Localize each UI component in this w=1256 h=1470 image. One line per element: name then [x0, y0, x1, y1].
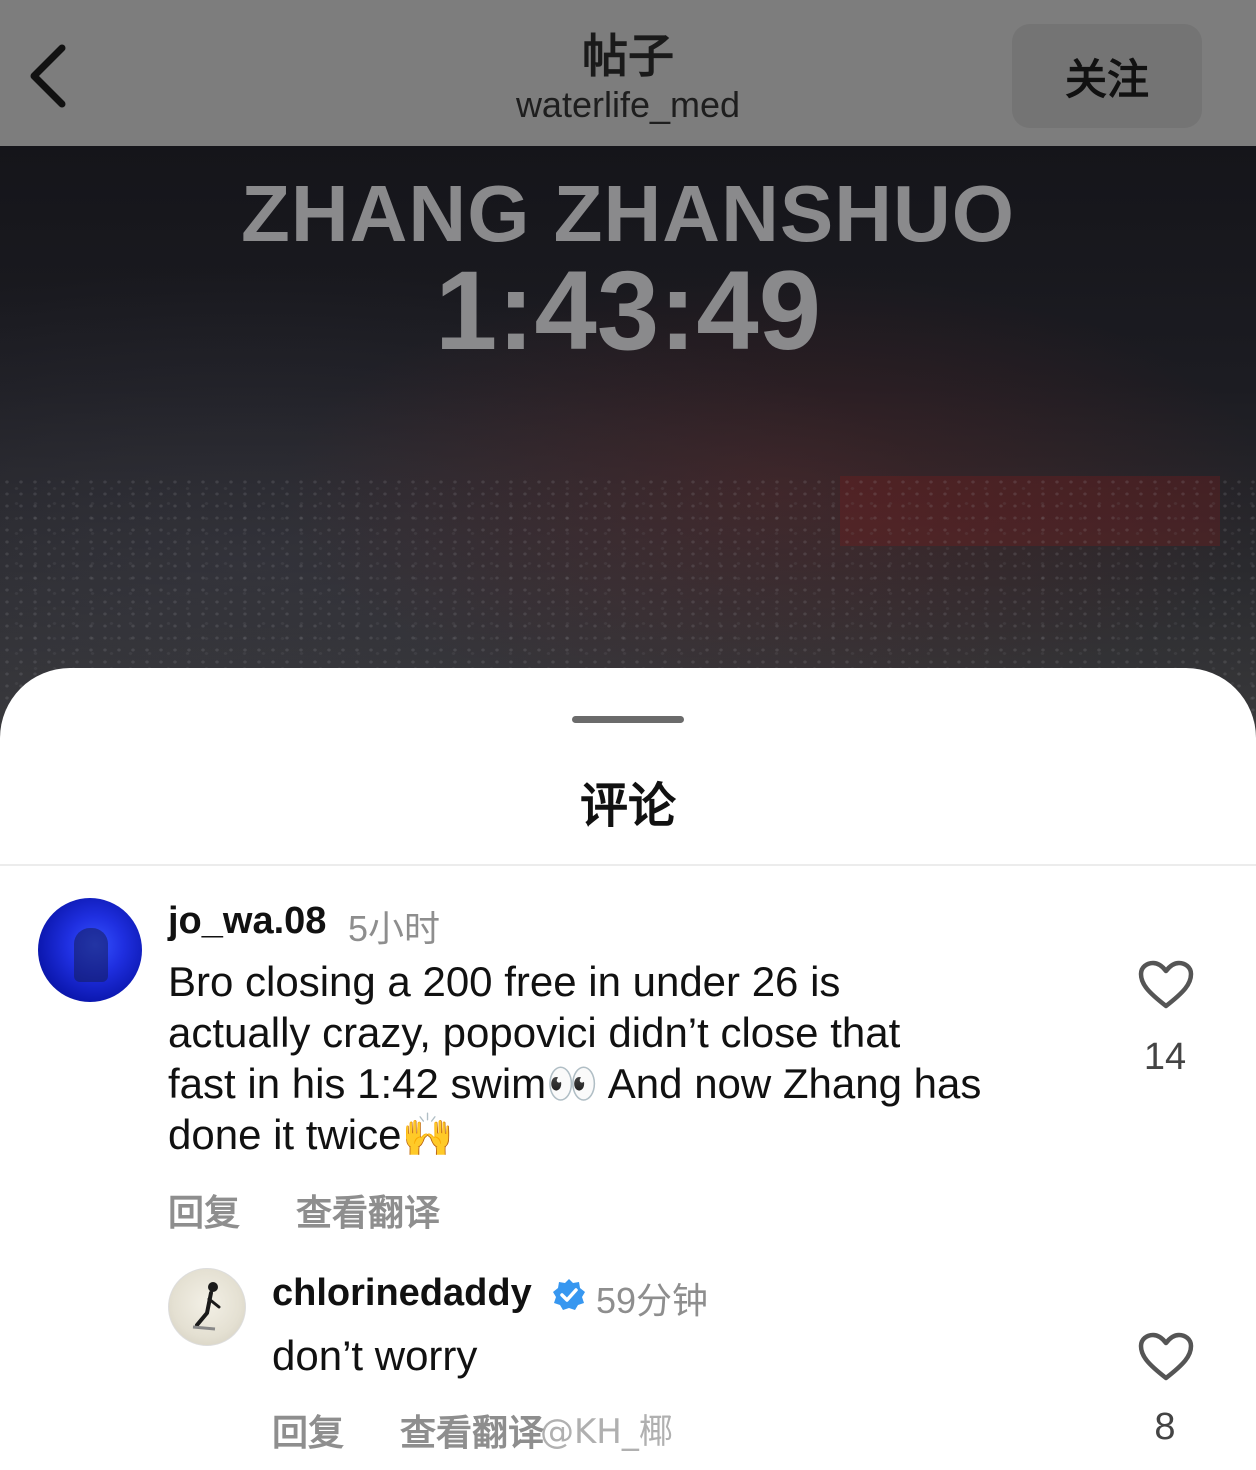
comment-timestamp: 5小时 — [348, 908, 441, 949]
translate-button[interactable]: 查看翻译 — [400, 1404, 544, 1456]
like-button[interactable] — [1138, 1332, 1194, 1382]
heart-outline-icon — [1138, 1332, 1194, 1381]
comment-username[interactable]: chlorinedaddy — [272, 1272, 532, 1315]
drag-handle[interactable] — [572, 716, 684, 723]
comments-sheet: 评论 jo_wa.08 5小时 Bro closing a 200 free i… — [0, 668, 1256, 1470]
heart-outline-icon — [1138, 960, 1194, 1009]
comment-timestamp: 59分钟 — [596, 1280, 709, 1321]
race-time-text: 1:43:49 — [434, 248, 822, 373]
avatar[interactable] — [168, 1268, 246, 1346]
like-count: 8 — [1154, 1406, 1176, 1448]
reply-button[interactable]: 回复 — [272, 1404, 344, 1456]
post-image: ZHANG ZHANSHUO 1:43:49 — [0, 146, 1256, 746]
comment-text-line: fast in his 1:42 swim👀 And now Zhang has — [168, 1060, 982, 1107]
comment-text-line: Bro closing a 200 free in under 26 is — [168, 958, 841, 1005]
top-bar: 帖子 waterlife_med 关注 — [0, 0, 1256, 146]
divider — [0, 864, 1256, 866]
translate-button[interactable]: 查看翻译 — [296, 1184, 440, 1236]
comment-username[interactable]: jo_wa.08 — [168, 900, 326, 943]
comment-text: don’t worry — [272, 1332, 478, 1379]
comments-title: 评论 — [579, 778, 676, 834]
avatar[interactable] — [38, 898, 142, 1002]
watermark-text: @KH_椰 — [540, 1412, 673, 1452]
like-count: 14 — [1143, 1036, 1187, 1078]
comment-text-line: done it twice🙌 — [168, 1111, 454, 1158]
person-silhouette-icon — [192, 1282, 221, 1331]
verified-badge-icon — [552, 1278, 586, 1312]
comment-text-line: actually crazy, popovici didn’t close th… — [168, 1009, 901, 1056]
reply-button[interactable]: 回复 — [168, 1184, 240, 1236]
follow-button[interactable]: 关注 — [1012, 24, 1202, 128]
like-button[interactable] — [1138, 960, 1194, 1010]
